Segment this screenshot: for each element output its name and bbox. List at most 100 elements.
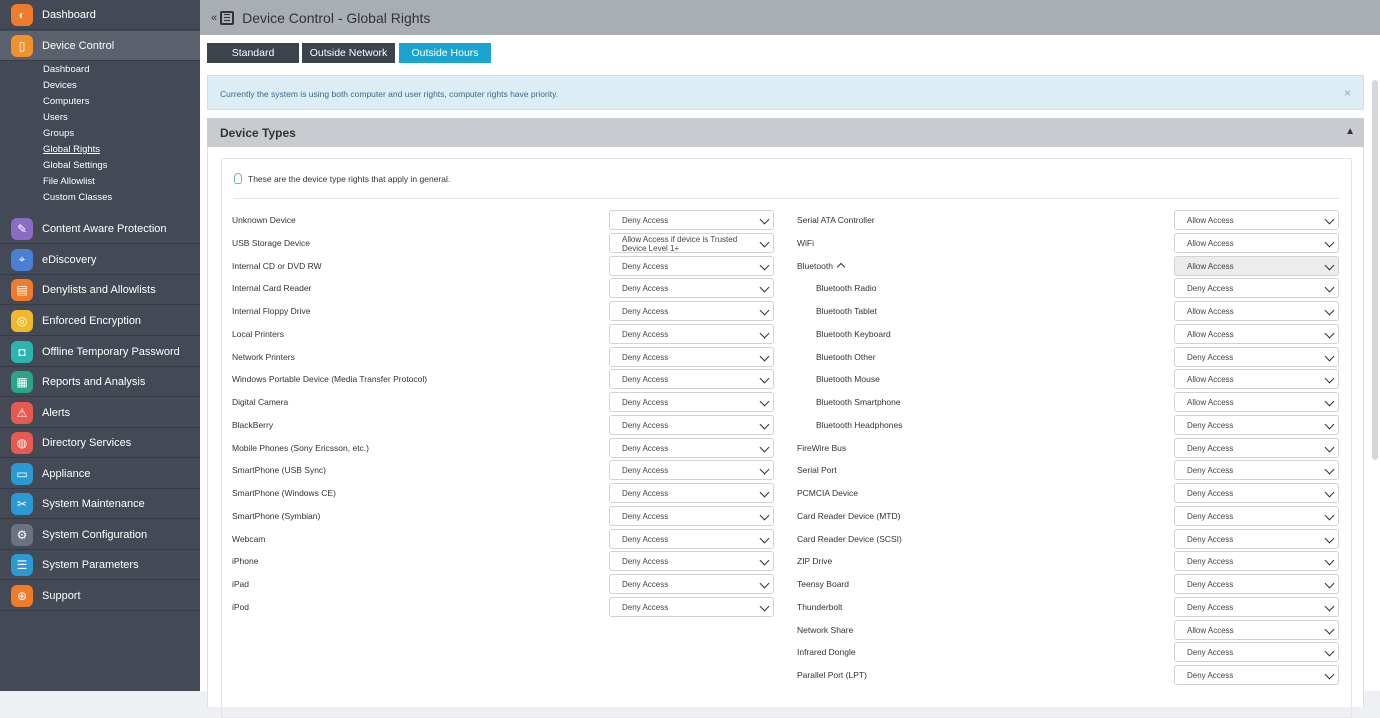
access-select-card-reader-device-mtd[interactable]: Deny Access bbox=[1174, 505, 1339, 526]
device-label-text: FireWire Bus bbox=[797, 442, 847, 453]
parameters-icon: ☰ bbox=[11, 553, 33, 576]
access-select-thunderbolt[interactable]: Deny Access bbox=[1174, 596, 1339, 617]
access-select-firewire-bus[interactable]: Deny Access bbox=[1174, 437, 1339, 458]
select-value: Deny Access bbox=[1187, 602, 1234, 612]
device-label-text: Network Share bbox=[797, 624, 854, 635]
sidebar-item-system-maintenance[interactable]: ✂ System Maintenance bbox=[0, 489, 200, 519]
sidebar-item-appliance[interactable]: ▭ Appliance bbox=[0, 459, 200, 489]
sidebar-item-content-aware-protection[interactable]: ✎ Content Aware Protection bbox=[0, 214, 200, 244]
sidebar-item-reports-and-analysis[interactable]: ▦ Reports and Analysis bbox=[0, 367, 200, 397]
sidebar-item-enforced-encryption[interactable]: ◎ Enforced Encryption bbox=[0, 306, 200, 336]
access-select-infrared-dongle[interactable]: Deny Access bbox=[1174, 642, 1339, 663]
sidebar-item-alerts[interactable]: ⚠ Alerts bbox=[0, 398, 200, 428]
sidebar-item-directory-services[interactable]: ◍ Directory Services bbox=[0, 428, 200, 458]
access-select-bluetooth-radio[interactable]: Deny Access bbox=[1174, 278, 1339, 299]
access-select-ipad[interactable]: Deny Access bbox=[609, 574, 774, 594]
access-select-bluetooth-mouse[interactable]: Allow Access bbox=[1174, 369, 1339, 390]
sidebar-item-system-configuration[interactable]: ⚙ System Configuration bbox=[0, 520, 200, 550]
access-select-network-share[interactable]: Allow Access bbox=[1174, 619, 1339, 640]
chevron-up-icon[interactable]: ▲ bbox=[1345, 126, 1355, 137]
access-select-pcmcia-device[interactable]: Deny Access bbox=[1174, 483, 1339, 503]
access-select-serial-ata-controller[interactable]: Allow Access bbox=[1174, 210, 1339, 230]
select-value: Deny Access bbox=[622, 466, 669, 476]
submenu-item-custom-classes[interactable]: Custom Classes bbox=[43, 192, 112, 203]
collapse-sidebar-icon[interactable]: « bbox=[211, 12, 217, 24]
chevron-down-icon bbox=[1324, 419, 1335, 430]
chevron-down-icon bbox=[759, 510, 770, 521]
scrollbar[interactable] bbox=[1372, 80, 1378, 460]
chevron-down-icon bbox=[759, 396, 770, 407]
device-label-text: Bluetooth Smartphone bbox=[816, 397, 901, 407]
access-select-bluetooth-keyboard[interactable]: Allow Access bbox=[1174, 323, 1339, 344]
access-select-smartphone-usb-sync[interactable]: Deny Access bbox=[609, 460, 774, 481]
sidebar-item-label: System Parameters bbox=[42, 558, 139, 571]
access-select-internal-cd-or-dvd-rw[interactable]: Deny Access bbox=[609, 255, 774, 276]
chevron-down-icon bbox=[759, 260, 770, 270]
access-select-ipod[interactable]: Deny Access bbox=[609, 596, 774, 617]
sidebar-item-label: Device Control bbox=[42, 39, 115, 52]
select-value: Deny Access bbox=[622, 375, 669, 385]
sidebar-item-label: Alerts bbox=[42, 406, 71, 419]
access-select-wifi[interactable]: Allow Access bbox=[1174, 232, 1339, 253]
device-label-pcmcia-device: PCMCIA Device bbox=[797, 487, 858, 499]
access-select-bluetooth-other[interactable]: Deny Access bbox=[1174, 346, 1339, 367]
access-select-card-reader-device-scsi[interactable]: Deny Access bbox=[1174, 528, 1339, 549]
device-label-bluetooth[interactable]: Bluetooth bbox=[797, 260, 846, 272]
access-select-digital-camera[interactable]: Deny Access bbox=[609, 392, 774, 412]
access-select-bluetooth[interactable]: Allow Access bbox=[1174, 255, 1339, 276]
submenu-item-computers[interactable]: Computers bbox=[43, 96, 89, 107]
device-types-panel-header[interactable]: Device Types ▲ bbox=[207, 118, 1364, 147]
access-select-iphone[interactable]: Deny Access bbox=[609, 551, 774, 572]
sidebar-item-label: Support bbox=[42, 589, 81, 602]
sidebar-item-label: Dashboard bbox=[42, 8, 96, 21]
access-select-bluetooth-smartphone[interactable]: Allow Access bbox=[1174, 392, 1339, 412]
device-label-text: Bluetooth Keyboard bbox=[816, 328, 891, 339]
access-select-internal-floppy-drive[interactable]: Deny Access bbox=[609, 301, 774, 321]
tab-outside-hours[interactable]: Outside Hours bbox=[399, 43, 491, 63]
tab-outside-network[interactable]: Outside Network bbox=[302, 43, 395, 63]
chevron-up-icon[interactable] bbox=[836, 262, 846, 272]
access-select-teensy-board[interactable]: Deny Access bbox=[1174, 574, 1339, 594]
access-select-parallel-port-lpt[interactable]: Deny Access bbox=[1174, 665, 1339, 685]
device-label-text: iPad bbox=[232, 579, 250, 589]
hint: These are the device type rights that ap… bbox=[234, 173, 450, 184]
access-select-mobile-phones-sony-ericsson-etc[interactable]: Deny Access bbox=[609, 437, 774, 458]
tab-standard[interactable]: Standard bbox=[207, 43, 299, 63]
access-select-blackberry[interactable]: Deny Access bbox=[609, 414, 774, 435]
access-select-bluetooth-headphones[interactable]: Deny Access bbox=[1174, 414, 1339, 435]
alerts-icon: ⚠ bbox=[11, 401, 33, 424]
access-select-windows-portable-device-media-transfer-protocol[interactable]: Deny Access bbox=[609, 369, 774, 390]
access-select-unknown-device[interactable]: Deny Access bbox=[609, 210, 774, 230]
access-select-local-printers[interactable]: Deny Access bbox=[609, 323, 774, 344]
device-label-local-printers: Local Printers bbox=[232, 328, 284, 340]
access-select-network-printers[interactable]: Deny Access bbox=[609, 346, 774, 367]
submenu-item-dashboard[interactable]: Dashboard bbox=[43, 64, 89, 75]
sidebar-item-offline-temporary-password[interactable]: ◘ Offline Temporary Password bbox=[0, 337, 200, 367]
access-select-usb-storage-device[interactable]: Allow Access if device is Trusted Device… bbox=[609, 232, 774, 253]
submenu-item-global-rights[interactable]: Global Rights bbox=[43, 144, 100, 155]
access-select-smartphone-symbian[interactable]: Deny Access bbox=[609, 505, 774, 526]
sidebar-item-device-control[interactable]: ▯ Device Control bbox=[0, 31, 200, 61]
submenu-item-file-allowlist[interactable]: File Allowlist bbox=[43, 176, 95, 187]
device-label-text: Bluetooth Headphones bbox=[816, 419, 903, 430]
access-select-internal-card-reader[interactable]: Deny Access bbox=[609, 278, 774, 299]
access-select-bluetooth-tablet[interactable]: Allow Access bbox=[1174, 301, 1339, 321]
select-value: Deny Access bbox=[622, 284, 669, 294]
submenu-item-users[interactable]: Users bbox=[43, 112, 68, 123]
submenu-item-devices[interactable]: Devices bbox=[43, 80, 77, 91]
device-label-bluetooth-other: Bluetooth Other bbox=[816, 351, 876, 363]
submenu-item-global-settings[interactable]: Global Settings bbox=[43, 160, 107, 171]
sidebar-item-support[interactable]: ⊕ Support bbox=[0, 581, 200, 611]
access-select-serial-port[interactable]: Deny Access bbox=[1174, 460, 1339, 481]
chevron-down-icon bbox=[1324, 646, 1335, 657]
close-icon[interactable]: × bbox=[1344, 86, 1351, 100]
access-select-smartphone-windows-ce[interactable]: Deny Access bbox=[609, 483, 774, 503]
sidebar-item-denylists-and-allowlists[interactable]: ▤ Denylists and Allowlists bbox=[0, 275, 200, 305]
access-select-webcam[interactable]: Deny Access bbox=[609, 528, 774, 549]
sidebar-item-dashboard[interactable]: ◐ Dashboard bbox=[0, 0, 200, 30]
sidebar-item-system-parameters[interactable]: ☰ System Parameters bbox=[0, 550, 200, 580]
sidebar-item-ediscovery[interactable]: ⌖ eDiscovery bbox=[0, 245, 200, 275]
submenu-item-groups[interactable]: Groups bbox=[43, 128, 74, 139]
access-select-zip-drive[interactable]: Deny Access bbox=[1174, 551, 1339, 572]
chevron-down-icon bbox=[759, 601, 770, 612]
